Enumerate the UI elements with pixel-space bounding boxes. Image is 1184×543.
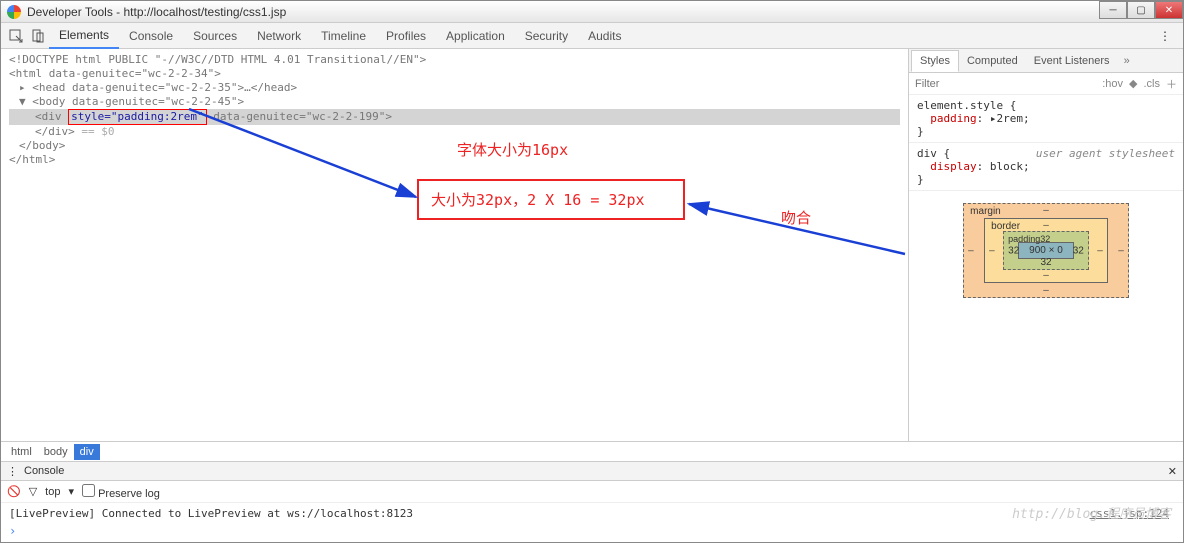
- dom-div-close: </div> == $0: [9, 125, 900, 139]
- tab-elements[interactable]: Elements: [49, 23, 119, 49]
- breadcrumb: html body div: [1, 441, 1183, 461]
- console-clear-icon[interactable]: 🚫: [7, 485, 21, 498]
- sidebar-tabs: Styles Computed Event Listeners »: [909, 49, 1183, 73]
- close-button[interactable]: ✕: [1155, 1, 1183, 19]
- cls-toggle[interactable]: .cls: [1144, 78, 1161, 90]
- annotation-match: 吻合: [781, 207, 811, 228]
- device-mode-icon[interactable]: [27, 25, 49, 47]
- dom-head[interactable]: ▸ <head data-genuitec="wc-2-2-35">…</hea…: [9, 81, 900, 95]
- console-filter-icon[interactable]: ▽: [29, 485, 37, 498]
- devtools-tabs: Elements Console Sources Network Timelin…: [1, 23, 1183, 49]
- annotation-calc-box: 大小为32px，2 X 16 = 32px: [417, 179, 685, 220]
- maximize-button[interactable]: ▢: [1127, 1, 1155, 19]
- tabs-overflow-icon[interactable]: ⋮: [1151, 29, 1179, 43]
- tab-audits[interactable]: Audits: [578, 24, 631, 48]
- crumb-div[interactable]: div: [74, 444, 100, 460]
- dom-doctype: <!DOCTYPE html PUBLIC "-//W3C//DTD HTML …: [9, 53, 900, 67]
- sidebar-more-icon[interactable]: »: [1118, 55, 1136, 67]
- dom-html-open[interactable]: <html data-genuitec="wc-2-2-34">: [9, 67, 900, 81]
- style-rule-ua[interactable]: user agent stylesheet div { display: blo…: [909, 143, 1183, 191]
- context-chevron-icon[interactable]: ▾: [68, 485, 74, 498]
- styles-sidebar: Styles Computed Event Listeners » :hov ◆…: [908, 49, 1183, 441]
- crumb-body[interactable]: body: [38, 444, 74, 460]
- tab-profiles[interactable]: Profiles: [376, 24, 436, 48]
- console-body[interactable]: [LivePreview] Connected to LivePreview a…: [1, 503, 1183, 524]
- style-rule-element[interactable]: element.style { padding: ▸2rem; }: [909, 95, 1183, 143]
- styles-filter-input[interactable]: [915, 78, 975, 90]
- dom-div-selected[interactable]: <div style="padding:2rem" data-genuitec=…: [9, 109, 900, 125]
- dom-tree[interactable]: <!DOCTYPE html PUBLIC "-//W3C//DTD HTML …: [1, 49, 908, 171]
- hov-toggle[interactable]: :hov: [1102, 78, 1123, 90]
- tab-network[interactable]: Network: [247, 24, 311, 48]
- tab-sources[interactable]: Sources: [183, 24, 247, 48]
- cls-pin-icon[interactable]: ◆: [1129, 77, 1137, 90]
- console-close-icon[interactable]: ✕: [1168, 465, 1177, 478]
- sidebar-tab-event-listeners[interactable]: Event Listeners: [1026, 51, 1118, 71]
- chrome-icon: [7, 5, 21, 19]
- console-menu-icon[interactable]: ⋮: [7, 465, 18, 478]
- console-message: [LivePreview] Connected to LivePreview a…: [9, 507, 1175, 520]
- window-titlebar: Developer Tools - http://localhost/testi…: [1, 1, 1183, 23]
- sidebar-tab-computed[interactable]: Computed: [959, 51, 1026, 71]
- tab-console[interactable]: Console: [119, 24, 183, 48]
- console-toolbar: 🚫 ▽ top ▾ Preserve log: [1, 481, 1183, 503]
- crumb-html[interactable]: html: [5, 444, 38, 460]
- watermark: http://blog.程序员博客: [1012, 503, 1171, 522]
- console-prompt[interactable]: ›: [1, 524, 1183, 542]
- console-context[interactable]: top: [45, 486, 60, 498]
- new-rule-icon[interactable]: ＋: [1166, 76, 1177, 92]
- dom-body-open[interactable]: ▼ <body data-genuitec="wc-2-2-45">: [9, 95, 900, 109]
- sidebar-tab-styles[interactable]: Styles: [911, 50, 959, 72]
- tab-timeline[interactable]: Timeline: [311, 24, 376, 48]
- console-drawer-title: Console: [24, 465, 64, 477]
- tab-security[interactable]: Security: [515, 24, 578, 48]
- dom-html-close: </html>: [9, 153, 900, 167]
- box-model-diagram[interactable]: margin –––– border –––– padding32 32 32 …: [909, 191, 1183, 310]
- console-drawer-header: ⋮ Console ✕: [1, 461, 1183, 481]
- dom-body-close: </body>: [9, 139, 900, 153]
- styles-filter-row: :hov ◆ .cls ＋: [909, 73, 1183, 95]
- inspect-icon[interactable]: [5, 25, 27, 47]
- minimize-button[interactable]: ─: [1099, 1, 1127, 19]
- annotation-font-size: 字体大小为16px: [457, 139, 568, 160]
- elements-panel[interactable]: <!DOCTYPE html PUBLIC "-//W3C//DTD HTML …: [1, 49, 908, 441]
- preserve-log-label[interactable]: Preserve log: [82, 484, 160, 500]
- tab-application[interactable]: Application: [436, 24, 515, 48]
- window-title: Developer Tools - http://localhost/testi…: [27, 5, 286, 19]
- preserve-log-checkbox[interactable]: [82, 484, 95, 497]
